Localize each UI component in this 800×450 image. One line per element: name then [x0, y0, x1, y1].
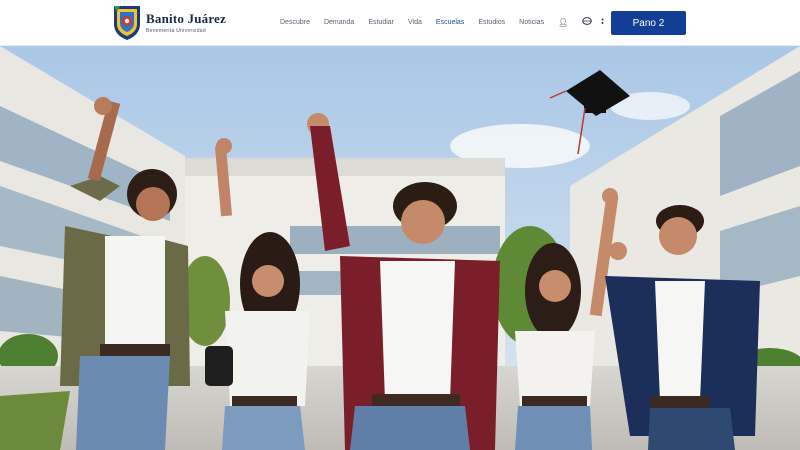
- nav-item-estudios[interactable]: Estudios: [478, 19, 505, 26]
- hero-image: [0, 46, 800, 450]
- nav-item-estudiar[interactable]: Estudiar: [368, 19, 394, 26]
- user-icon[interactable]: 👤︎: [558, 18, 568, 27]
- chevron-down-icon[interactable]: [600, 18, 605, 27]
- main-nav: Descubre Demanda Estudiar Vida Escuelas …: [280, 17, 619, 27]
- globe-icon[interactable]: [582, 17, 593, 27]
- brand-name: Banito Juárez: [146, 10, 226, 26]
- brand-logo[interactable]: Banito Juárez Benemérita Universidad: [112, 4, 226, 41]
- site-header: Banito Juárez Benemérita Universidad Des…: [0, 0, 800, 46]
- cta-button[interactable]: Pano 2: [611, 11, 686, 35]
- nav-item-noticias[interactable]: Noticias: [519, 19, 544, 26]
- brand-text: Banito Juárez Benemérita Universidad: [146, 10, 226, 34]
- brand-tagline: Benemérita Universidad: [146, 27, 206, 34]
- campus-photo: [0, 46, 800, 450]
- nav-item-descubre[interactable]: Descubre: [280, 19, 310, 26]
- nav-item-demanda[interactable]: Demanda: [324, 19, 354, 26]
- nav-item-vida[interactable]: Vida: [408, 19, 422, 26]
- shield-icon: [114, 6, 140, 40]
- nav-item-escuelas[interactable]: Escuelas: [436, 19, 464, 26]
